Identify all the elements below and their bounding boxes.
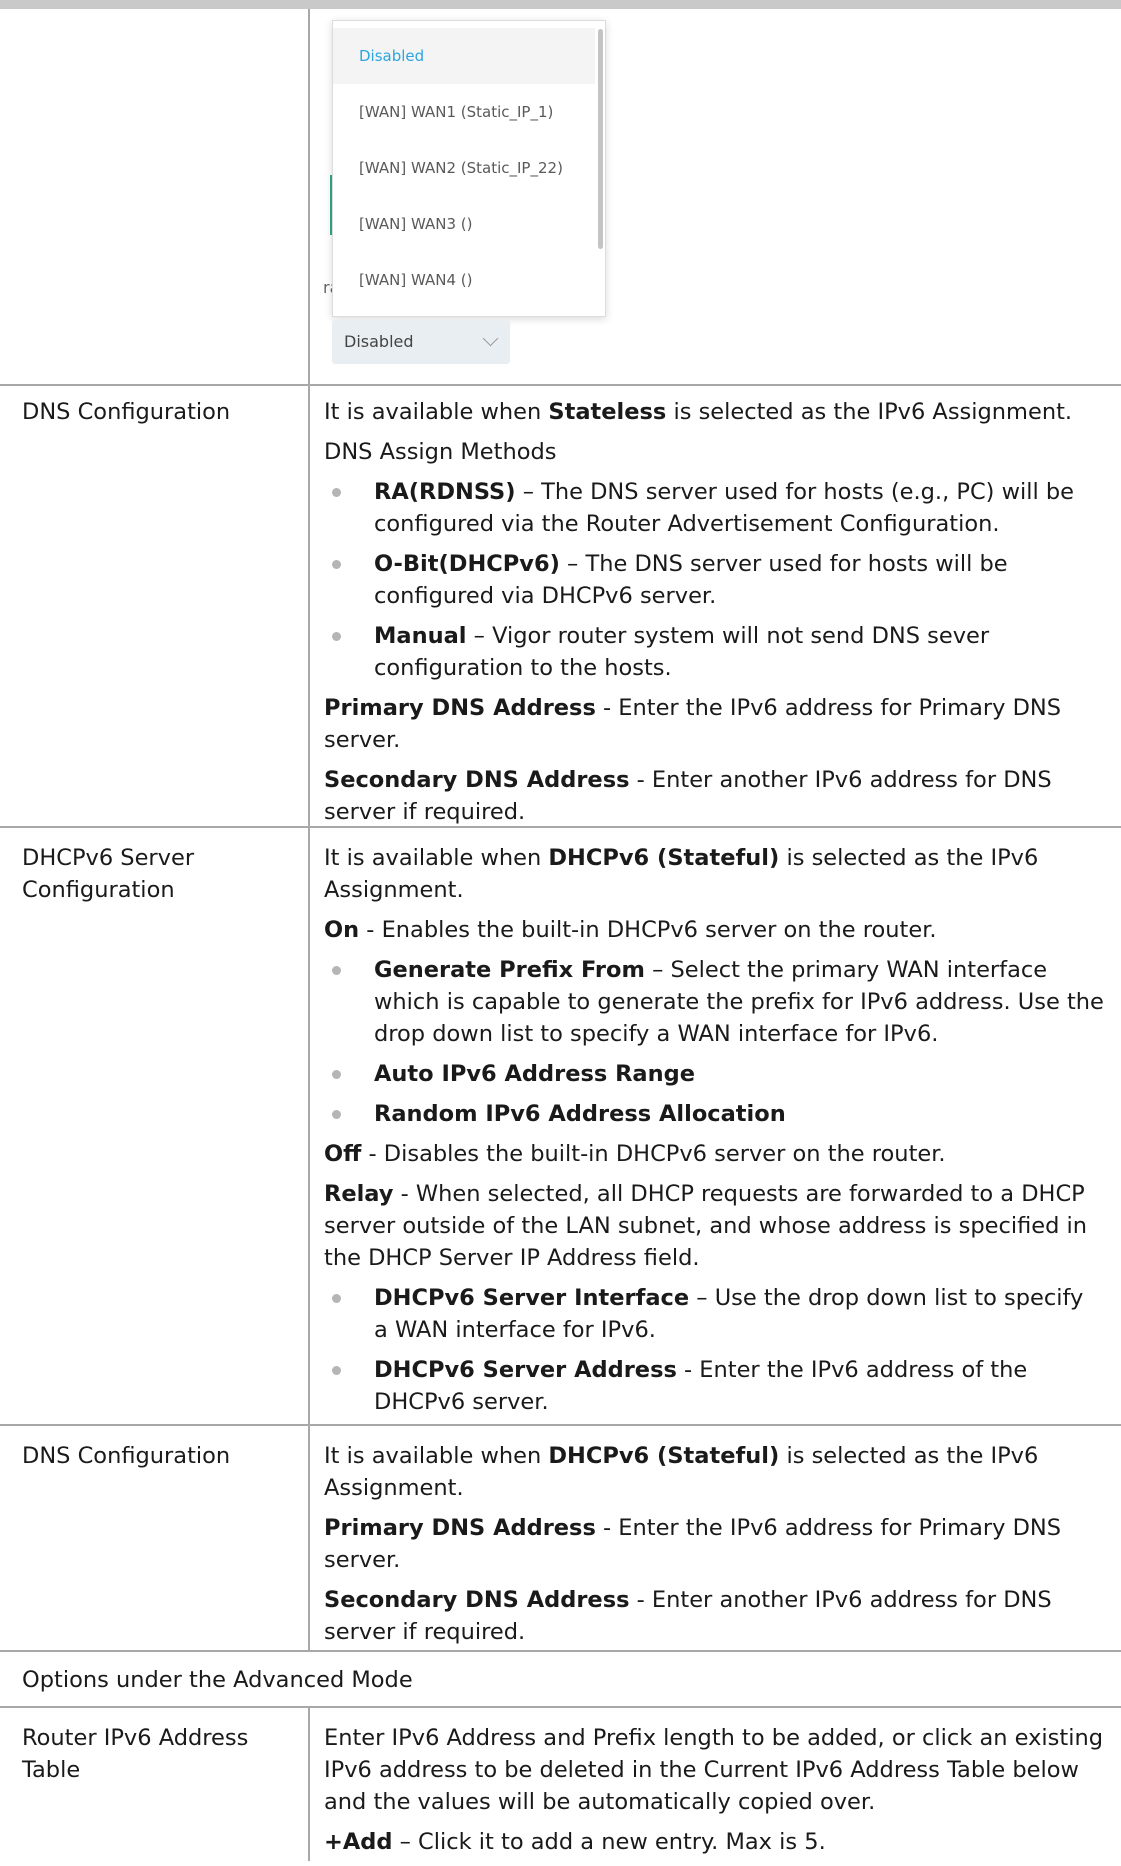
paragraph: On - Enables the built-in DHCPv6 server … xyxy=(324,917,937,943)
row-description: Enter IPv6 Address and Prefix length to … xyxy=(324,1722,1104,1866)
row-label: Router IPv6 Address Table xyxy=(22,1725,249,1783)
row-description: It is available when Stateless is select… xyxy=(324,396,1104,836)
paragraph: It is available when DHCPv6 (Stateful) i… xyxy=(324,1443,1039,1501)
section-title: Options under the Advanced Mode xyxy=(22,1667,413,1693)
paragraph: Off - Disables the built-in DHCPv6 serve… xyxy=(324,1141,946,1167)
dropdown-option[interactable]: [WAN] WAN3 () xyxy=(333,196,595,252)
row-label: DNS Configuration xyxy=(22,1443,231,1469)
paragraph: It is available when DHCPv6 (Stateful) i… xyxy=(324,845,1039,903)
bullet-item: DHCPv6 Server Interface – Use the drop d… xyxy=(324,1282,1104,1346)
dropdown-option[interactable]: [WAN] WAN1 (Static_IP_1) xyxy=(333,84,595,140)
bullet-icon xyxy=(332,1070,341,1079)
bullet-icon xyxy=(332,488,341,497)
bullet-item: Manual – Vigor router system will not se… xyxy=(324,620,1104,684)
dropdown-option[interactable]: [WAN] WAN4 () xyxy=(333,252,595,308)
paragraph: It is available when Stateless is select… xyxy=(324,399,1073,425)
bullet-icon xyxy=(332,632,341,641)
select-dropdown[interactable]: Disabled xyxy=(332,320,510,364)
dropdown-option[interactable]: Disabled xyxy=(333,28,595,84)
row-label: DHCPv6 Server Configuration xyxy=(22,845,195,903)
subheading: DNS Assign Methods xyxy=(324,439,557,465)
row-description: It is available when DHCPv6 (Stateful) i… xyxy=(324,842,1104,1426)
bullet-icon xyxy=(332,1294,341,1303)
bullet-item: DHCPv6 Server Address - Enter the IPv6 a… xyxy=(324,1354,1104,1418)
select-value: Disabled xyxy=(344,332,414,351)
bullet-item: Random IPv6 Address Allocation xyxy=(324,1098,1104,1130)
dropdown-option-list[interactable]: Disabled [WAN] WAN1 (Static_IP_1) [WAN] … xyxy=(332,20,606,317)
bullet-icon xyxy=(332,1366,341,1375)
bullet-item: RA(RDNSS) – The DNS server used for host… xyxy=(324,476,1104,540)
row-description: It is available when DHCPv6 (Stateful) i… xyxy=(324,1440,1104,1656)
row-divider xyxy=(0,384,1121,386)
paragraph: Secondary DNS Address - Enter another IP… xyxy=(324,1587,1052,1645)
row-label: DNS Configuration xyxy=(22,399,231,425)
bullet-icon xyxy=(332,560,341,569)
table-column-divider xyxy=(308,9,310,1650)
bullet-icon xyxy=(332,1110,341,1119)
top-border xyxy=(0,0,1121,9)
bullet-item: Generate Prefix From – Select the primar… xyxy=(324,954,1104,1050)
chevron-down-icon xyxy=(482,330,499,347)
paragraph: Enter IPv6 Address and Prefix length to … xyxy=(324,1725,1103,1815)
dropdown-scrollbar[interactable] xyxy=(598,29,603,249)
bullet-item: O-Bit(DHCPv6) – The DNS server used for … xyxy=(324,548,1104,612)
dropdown-option[interactable]: [WAN] WAN2 (Static_IP_22) xyxy=(333,140,595,196)
paragraph: Primary DNS Address - Enter the IPv6 add… xyxy=(324,1515,1062,1573)
paragraph: +Add – Click it to add a new entry. Max … xyxy=(324,1829,826,1855)
bullet-item: Auto IPv6 Address Range xyxy=(324,1058,1104,1090)
bullet-icon xyxy=(332,966,341,975)
paragraph: Relay - When selected, all DHCP requests… xyxy=(324,1181,1088,1271)
row-divider xyxy=(0,1706,1121,1708)
paragraph: Primary DNS Address - Enter the IPv6 add… xyxy=(324,695,1062,753)
paragraph: Secondary DNS Address - Enter another IP… xyxy=(324,767,1052,825)
table-column-divider xyxy=(308,1706,310,1861)
